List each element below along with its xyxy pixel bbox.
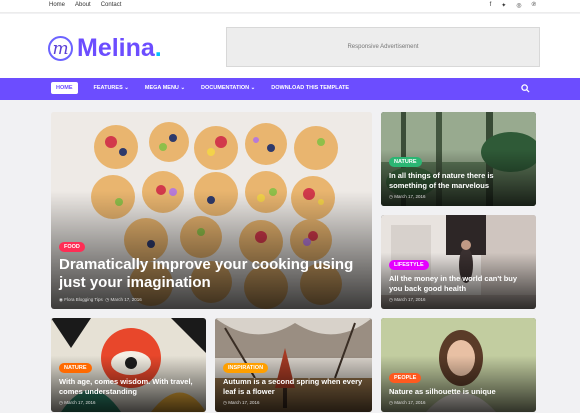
- ad-banner[interactable]: Responsive Advertisement: [226, 27, 540, 67]
- user-icon: ◉: [59, 297, 63, 302]
- clock-icon: ◷: [389, 194, 393, 199]
- site-header: m Melina. Responsive Advertisement: [0, 14, 580, 78]
- post-info: INSPIRATION Autumn is a second spring wh…: [223, 356, 366, 406]
- post-meta: ◉ Flora Blogging Tips ◷ March 17, 2016: [59, 297, 366, 303]
- tag-lifestyle[interactable]: LIFESTYLE: [389, 260, 429, 271]
- post-title[interactable]: In all things of nature there is somethi…: [389, 171, 530, 190]
- tag-people[interactable]: PEOPLE: [389, 372, 422, 383]
- clock-icon: ◷: [223, 400, 227, 405]
- logo-mark: m: [48, 36, 73, 61]
- post-title[interactable]: Nature as silhouette is unique: [389, 387, 530, 396]
- post-meta: ◷ March 17, 2016: [389, 297, 530, 303]
- chevron-down-icon: ⌄: [180, 85, 186, 91]
- search-icon[interactable]: [521, 84, 530, 93]
- instagram-icon[interactable]: ◎: [516, 2, 521, 9]
- post-title[interactable]: Dramatically improve your cooking using …: [59, 256, 366, 294]
- clock-icon: ◷: [105, 297, 110, 302]
- post-date: March 17, 2016: [394, 400, 426, 405]
- clock-icon: ◷: [389, 297, 393, 302]
- post-title[interactable]: Autumn is a second spring when every lea…: [223, 377, 366, 396]
- pinterest-icon[interactable]: ℗: [532, 2, 536, 9]
- nav-item-features[interactable]: FEATURES ⌄: [94, 85, 129, 91]
- nav-item-download[interactable]: DOWNLOAD THIS TEMPLATE: [271, 85, 349, 91]
- top-links: Home About Contact: [49, 2, 121, 8]
- tag-inspiration[interactable]: INSPIRATION: [223, 363, 269, 374]
- chevron-down-icon: ⌄: [250, 85, 256, 91]
- nav-item-documentation[interactable]: DOCUMENTATION ⌄: [201, 85, 255, 91]
- post-author[interactable]: Flora Blogging Tips: [64, 297, 103, 302]
- social-links: f ✦ ◎ ℗: [490, 2, 536, 9]
- post-card[interactable]: PEOPLE Nature as silhouette is unique ◷ …: [381, 318, 536, 412]
- post-card[interactable]: INSPIRATION Autumn is a second spring wh…: [215, 318, 372, 412]
- top-link-home[interactable]: Home: [49, 2, 65, 8]
- nav-item-mega-menu[interactable]: MEGA MENU ⌄: [145, 85, 185, 91]
- post-title[interactable]: With age, comes wisdom. With travel, com…: [59, 377, 200, 396]
- post-info: PEOPLE Nature as silhouette is unique ◷ …: [389, 366, 530, 406]
- tag-nature[interactable]: NATURE: [389, 157, 422, 168]
- post-meta: ◷ March 17, 2016: [59, 400, 200, 406]
- post-card[interactable]: NATURE In all things of nature there is …: [381, 112, 536, 206]
- tag-food[interactable]: FOOD: [59, 241, 85, 252]
- post-card-featured[interactable]: FOOD Dramatically improve your cooking u…: [51, 112, 372, 309]
- top-link-contact[interactable]: Contact: [101, 2, 122, 8]
- post-info: FOOD Dramatically improve your cooking u…: [59, 235, 366, 304]
- post-card[interactable]: NATURE With age, comes wisdom. With trav…: [51, 318, 206, 412]
- post-meta: ◷ March 17, 2016: [389, 400, 530, 406]
- post-info: NATURE In all things of nature there is …: [389, 150, 530, 200]
- post-date: March 17, 2016: [228, 400, 260, 405]
- clock-icon: ◷: [59, 400, 63, 405]
- tag-nature[interactable]: NATURE: [59, 363, 92, 374]
- post-date: March 17, 2016: [64, 400, 96, 405]
- nav-item-home[interactable]: HOME: [51, 82, 78, 94]
- post-meta: ◷ March 17, 2016: [223, 400, 366, 406]
- post-meta: ◷ March 17, 2016: [389, 194, 530, 200]
- post-date: March 17, 2016: [110, 297, 142, 302]
- twitter-icon[interactable]: ✦: [501, 2, 506, 9]
- logo-text: Melina.: [77, 34, 162, 62]
- post-date: March 17, 2016: [394, 194, 426, 199]
- top-bar: Home About Contact f ✦ ◎ ℗: [0, 0, 580, 13]
- facebook-icon[interactable]: f: [490, 2, 492, 9]
- clock-icon: ◷: [389, 400, 393, 405]
- post-date: March 17, 2016: [394, 297, 426, 302]
- site-logo[interactable]: m Melina.: [48, 34, 162, 63]
- post-info: NATURE With age, comes wisdom. With trav…: [59, 356, 200, 406]
- top-link-about[interactable]: About: [75, 2, 91, 8]
- post-card[interactable]: LIFESTYLE All the money in the world can…: [381, 215, 536, 309]
- post-info: LIFESTYLE All the money in the world can…: [389, 253, 530, 303]
- post-title[interactable]: All the money in the world can't buy you…: [389, 274, 530, 293]
- main-nav: HOME FEATURES ⌄ MEGA MENU ⌄ DOCUMENTATIO…: [0, 78, 580, 100]
- chevron-down-icon: ⌄: [124, 85, 129, 91]
